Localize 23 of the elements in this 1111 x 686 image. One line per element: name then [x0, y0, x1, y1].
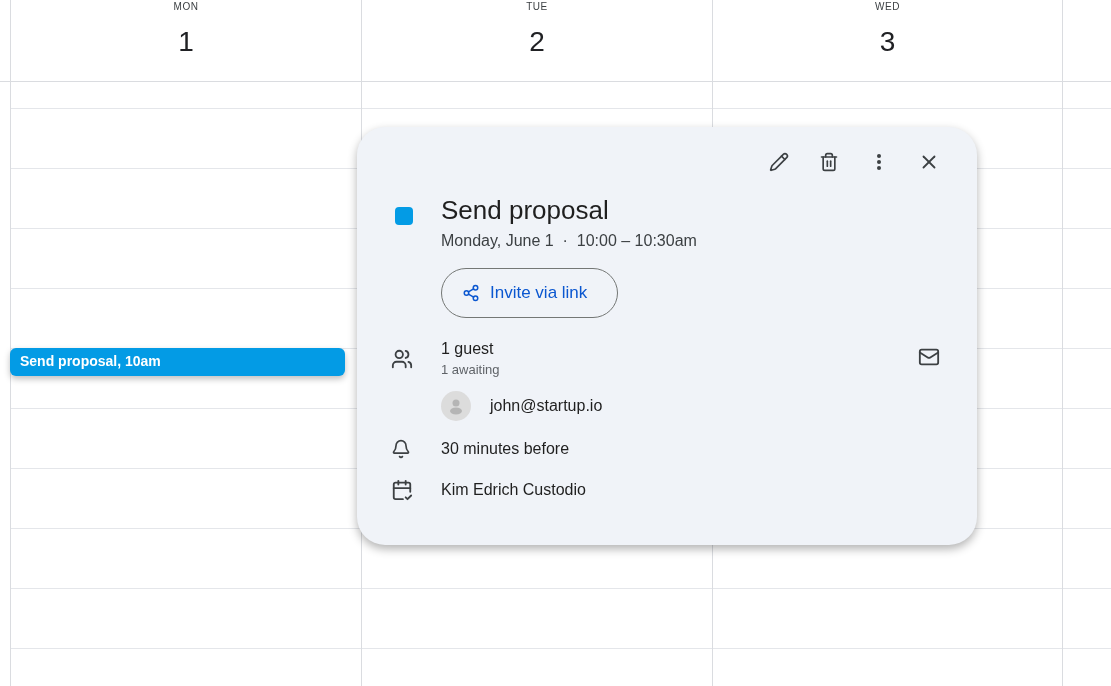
trash-icon	[819, 152, 839, 172]
day-name: WED	[875, 1, 900, 12]
guest-status: 1 awaiting	[441, 362, 501, 377]
guest-count: 1 guest	[441, 340, 495, 358]
day-number[interactable]: 2	[529, 26, 545, 58]
day-number[interactable]: 3	[879, 26, 896, 58]
people-icon	[391, 348, 413, 370]
calendar-owner: Kim Edrich Custodio	[441, 481, 586, 499]
mail-icon	[918, 346, 940, 368]
day-name: MON	[173, 1, 199, 12]
day-number[interactable]: 1	[178, 26, 194, 58]
more-icon	[877, 154, 881, 170]
day-name: TUE	[526, 1, 548, 12]
invite-button[interactable]: Invite via link	[441, 268, 619, 318]
edit-icon	[769, 152, 789, 172]
calendar-icon	[391, 479, 413, 501]
event-title: Send proposal	[441, 195, 610, 226]
avatar	[441, 391, 471, 421]
event-time: Monday, June 1 · 10:00 – 10:30am	[441, 232, 697, 250]
reminder-text: 30 minutes before	[441, 440, 570, 458]
guest-email: john@startup.io	[490, 397, 603, 415]
bell-icon	[391, 439, 411, 459]
share-icon	[462, 284, 480, 302]
